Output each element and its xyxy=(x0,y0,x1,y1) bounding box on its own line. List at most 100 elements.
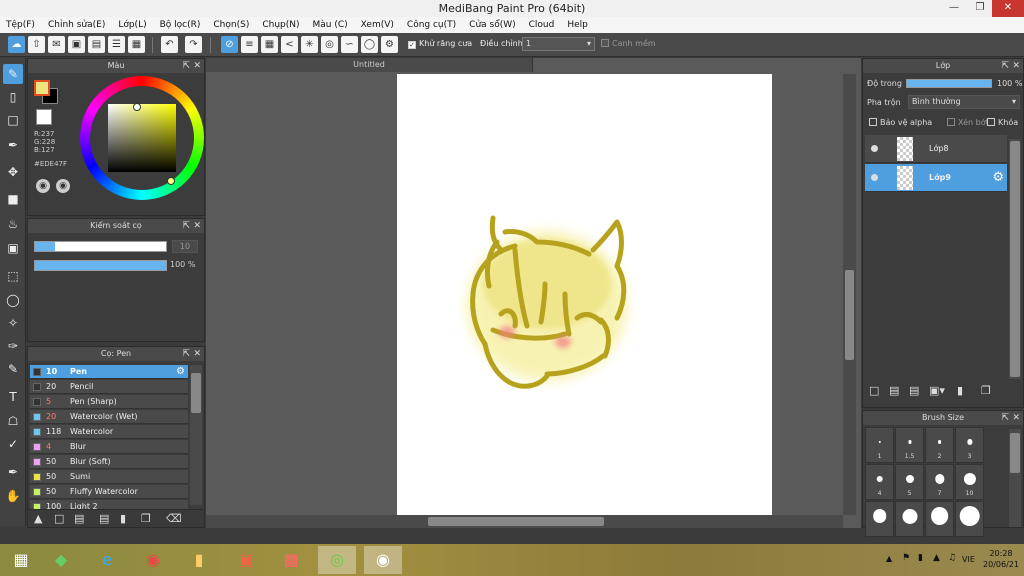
rectangle-tool-icon[interactable]: □ xyxy=(3,110,23,130)
menu-cloud[interactable]: Cloud xyxy=(529,17,555,33)
vertical-scroll-thumb[interactable] xyxy=(845,270,854,360)
brush-tool-icon[interactable]: ✎ xyxy=(3,64,23,84)
flag-icon[interactable]: ⚑ xyxy=(902,553,910,563)
select-eraser-tool-icon[interactable]: ✎ xyxy=(3,359,23,379)
text-tool-icon[interactable]: T xyxy=(3,387,23,407)
brush-row[interactable]: 50 Sumi xyxy=(30,470,188,484)
radial-snap-icon[interactable]: ✳ xyxy=(301,36,318,53)
canvas-horizontal-scrollbar[interactable] xyxy=(206,515,843,528)
close-icon[interactable]: ✕ xyxy=(1012,59,1020,73)
brush-size-cell[interactable] xyxy=(925,501,954,537)
add-layer-menu-icon[interactable]: ▣▾ xyxy=(929,384,945,397)
volume-icon[interactable]: ♫ xyxy=(948,553,956,563)
close-button[interactable]: ✕ xyxy=(992,0,1024,17)
comment-icon[interactable]: ✉ xyxy=(48,36,65,53)
lasso-tool-icon[interactable]: ◯ xyxy=(3,290,23,310)
visibility-icon[interactable] xyxy=(871,145,878,152)
drawing-canvas[interactable] xyxy=(397,74,772,515)
eraser-tool-icon[interactable]: ▯ xyxy=(3,87,23,107)
horizontal-scroll-thumb[interactable] xyxy=(428,517,604,526)
trash-icon[interactable]: ⌫ xyxy=(166,512,182,525)
protect-alpha-checkbox[interactable]: Bảo vệ alpha xyxy=(869,118,932,127)
hand-tool-icon[interactable]: ✋ xyxy=(3,486,23,506)
duplicate-icon[interactable]: ❐ xyxy=(141,512,151,525)
hue-handle[interactable] xyxy=(133,103,141,111)
clock[interactable]: 20:28 20/06/21 xyxy=(976,548,1024,570)
bucket-tool-icon[interactable]: ♨ xyxy=(3,214,23,234)
curve-snap-icon[interactable]: ∽ xyxy=(341,36,358,53)
palette-icon[interactable]: ◉ xyxy=(36,179,50,193)
page-icon[interactable]: ▤ xyxy=(88,36,105,53)
brush-size-cell[interactable]: 5 xyxy=(895,464,924,500)
saturation-value-square[interactable] xyxy=(108,104,176,172)
brush-opacity-slider[interactable] xyxy=(34,260,167,271)
layer-list-scrollbar[interactable] xyxy=(1009,139,1021,379)
powerpoint-icon[interactable]: ▣ xyxy=(226,546,264,574)
divide-tool-icon[interactable]: ☖ xyxy=(3,411,23,431)
brush-row[interactable]: 20 Watercolor (Wet) xyxy=(30,410,188,424)
foreground-color-swatch[interactable] xyxy=(34,80,50,96)
minimize-button[interactable]: — xyxy=(940,0,968,17)
brush-list-scrollbar[interactable] xyxy=(190,365,202,505)
new-brush-icon[interactable]: □ xyxy=(54,512,64,525)
share-icon[interactable]: ⇧ xyxy=(28,36,45,53)
menu-window[interactable]: Cửa sổ(W) xyxy=(469,17,515,33)
float-icon[interactable]: ⇱ xyxy=(182,59,190,73)
message-icon[interactable]: ▣ xyxy=(68,36,85,53)
menu-edit[interactable]: Chỉnh sửa(E) xyxy=(48,17,105,33)
float-icon[interactable]: ⇱ xyxy=(182,219,190,233)
vanish-snap-icon[interactable]: < xyxy=(281,36,298,53)
medibang-icon[interactable]: ◎ xyxy=(318,546,356,574)
circle-snap-icon[interactable]: ◎ xyxy=(321,36,338,53)
bluestacks-icon[interactable]: ◆ xyxy=(42,546,80,574)
layer-folder-icon[interactable]: ▮ xyxy=(957,384,963,397)
menu-tools[interactable]: Công cụ(T) xyxy=(407,17,456,33)
folder-icon[interactable]: ▮ xyxy=(120,512,126,525)
menu-view[interactable]: Xem(V) xyxy=(361,17,394,33)
magic-wand-tool-icon[interactable]: ✧ xyxy=(3,313,23,333)
blend-mode-select[interactable]: Bình thường ▾ xyxy=(908,95,1020,109)
adjust-select[interactable]: 1 ▾ xyxy=(522,37,595,51)
brush-size-input[interactable]: 10 xyxy=(172,240,198,253)
dot-pen-tool-icon[interactable]: ✒ xyxy=(3,135,23,155)
layer-scroll-thumb[interactable] xyxy=(1010,141,1020,377)
snap-checkbox[interactable]: Canh mềm xyxy=(601,39,656,48)
palette-add-icon[interactable]: ◉ xyxy=(56,179,70,193)
restore-button[interactable]: ❐ xyxy=(966,0,994,17)
layer-row[interactable]: Lớp8 xyxy=(865,135,1007,163)
close-icon[interactable]: ✕ xyxy=(193,59,201,73)
float-icon[interactable]: ⇱ xyxy=(1001,59,1009,73)
new-layer-icon[interactable]: □ xyxy=(869,384,879,397)
crosshatch-snap-icon[interactable]: ▦ xyxy=(261,36,278,53)
app-icon[interactable]: ▩ xyxy=(272,546,310,574)
brush-size-cell[interactable]: 4 xyxy=(865,464,894,500)
brush-row[interactable]: 10 Pen ⚙ xyxy=(30,365,188,379)
windows-start-icon[interactable]: ▦ xyxy=(2,546,40,574)
settings-icon[interactable]: ⚙ xyxy=(381,36,398,53)
antialias-checkbox[interactable]: ✓ Khử răng cưa xyxy=(408,39,472,49)
visibility-icon[interactable] xyxy=(871,174,878,181)
brush-list-scroll-thumb[interactable] xyxy=(191,373,201,413)
ellipse-snap-icon[interactable]: ◯ xyxy=(361,36,378,53)
brush-row[interactable]: 5 Pen (Sharp) xyxy=(30,395,188,409)
list-icon[interactable]: ☰ xyxy=(108,36,125,53)
brush-size-scroll-thumb[interactable] xyxy=(1010,433,1020,473)
tray-up-icon[interactable]: ▲ xyxy=(886,554,892,563)
layer-opacity-slider[interactable] xyxy=(906,79,992,88)
snap-off-icon[interactable]: ⊘ xyxy=(221,36,238,53)
brush-row[interactable]: 20 Pencil xyxy=(30,380,188,394)
menu-filter[interactable]: Bộ lọc(R) xyxy=(160,17,201,33)
move-tool-icon[interactable]: ✥ xyxy=(3,162,23,182)
brush-size-cell[interactable]: 2 xyxy=(925,427,954,463)
add-brush-icon[interactable]: ▲ xyxy=(34,512,42,525)
new-1bit-layer-icon[interactable]: ▤ xyxy=(909,384,919,397)
brush-row[interactable]: 50 Blur (Soft) xyxy=(30,455,188,469)
grid-icon[interactable]: ▦ xyxy=(128,36,145,53)
cloud-icon[interactable]: ☁ xyxy=(8,36,25,53)
menu-color[interactable]: Màu (C) xyxy=(313,17,348,33)
new-halftone-layer-icon[interactable]: ▤ xyxy=(889,384,899,397)
brush-size-cell[interactable]: 1.5 xyxy=(895,427,924,463)
select-pen-tool-icon[interactable]: ✑ xyxy=(3,336,23,356)
brush-size-cell[interactable]: 1 xyxy=(865,427,894,463)
brush-menu-icon[interactable]: ▤ xyxy=(74,512,84,525)
